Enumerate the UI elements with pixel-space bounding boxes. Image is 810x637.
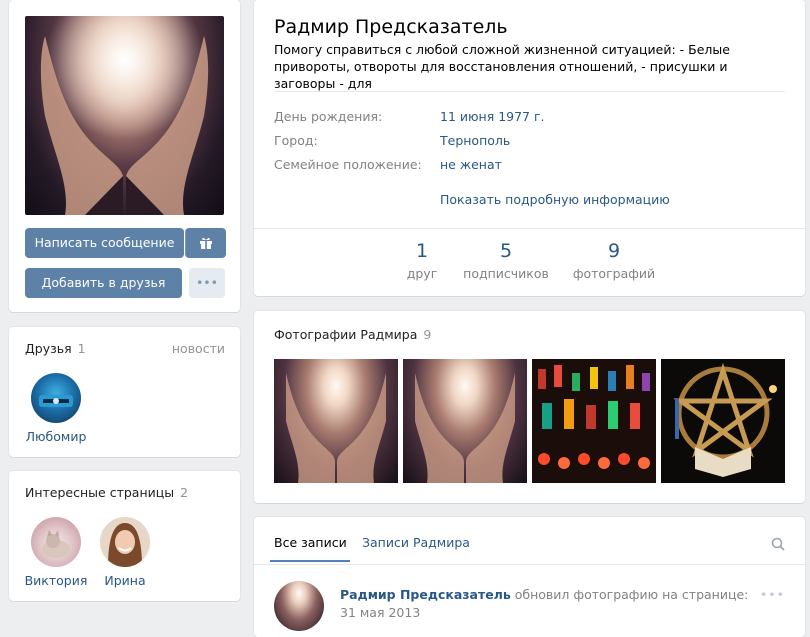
post-author-link[interactable]: Радмир Предсказатель (340, 587, 511, 602)
show-more-info-link[interactable]: Показать подробную информацию (440, 192, 670, 207)
relationship-label: Семейное положение: (274, 157, 422, 172)
interesting-count: 2 (180, 485, 189, 500)
counter-photos[interactable]: 9 фотографий (564, 240, 664, 281)
city-value[interactable]: Тернополь (440, 133, 510, 148)
profile-status: Помогу справиться с любой сложной жизнен… (274, 42, 730, 91)
hands-light-image (415, 373, 515, 483)
photos-block: Фотографии Радмира 9 (254, 311, 805, 503)
counter-followers-number: 5 (499, 240, 513, 262)
divider (274, 91, 785, 92)
city-label: Город: (274, 133, 318, 148)
divider (254, 564, 805, 565)
pentagram-image (673, 362, 777, 477)
photos-count: 9 (423, 327, 432, 342)
hands-light-image (25, 16, 224, 215)
birthday-label: День рождения: (274, 109, 383, 124)
counter-followers[interactable]: 5 подписчиков (456, 240, 556, 281)
counter-followers-label: подписчиков (463, 266, 549, 281)
car-image (39, 395, 73, 407)
woman-portrait-image (100, 517, 150, 567)
send-message-button[interactable]: Написать сообщение (25, 228, 184, 258)
profile-info-card: Радмир Предсказатель Помогу справиться с… (254, 0, 805, 296)
photos-title: Фотографии Радмира (274, 327, 418, 342)
add-friend-button[interactable]: Добавить в друзья (25, 268, 182, 298)
post-author-avatar[interactable] (274, 581, 324, 631)
counter-photos-label: фотографий (572, 266, 656, 281)
page-title: Радмир Предсказатель (274, 16, 508, 38)
more-actions-button[interactable]: ••• (189, 268, 225, 298)
page-name-viktoriya[interactable]: Виктория (16, 573, 96, 588)
friends-header[interactable]: Друзья 1 (25, 341, 86, 356)
birthday-value[interactable]: 11 июня 1977 г. (440, 109, 545, 124)
hands-light-image (286, 373, 386, 483)
post-header: Радмир Предсказатель обновил фотографию … (340, 587, 748, 602)
photo-thumbnail[interactable] (274, 359, 398, 483)
friends-block: Друзья 1 новости Любомир (9, 327, 240, 457)
wall-block: Все записи Записи Радмира Радмир Предска… (254, 517, 805, 637)
friends-count: 1 (77, 341, 86, 356)
friend-avatar[interactable] (31, 373, 81, 423)
photo-thumbnail[interactable] (532, 359, 656, 483)
profile-photo[interactable] (25, 16, 224, 215)
interesting-pages-block: Интересные страницы 2 Виктория Ирина (9, 471, 240, 601)
active-tab-indicator (270, 560, 350, 562)
post-action-text: обновил фотографию на странице: (514, 587, 749, 602)
divider (254, 228, 805, 229)
page-avatar-viktoriya[interactable] (31, 517, 81, 567)
page-avatar-irina[interactable] (100, 517, 150, 567)
relationship-value[interactable]: не женат (440, 157, 502, 172)
tab-owner-posts[interactable]: Записи Радмира (362, 535, 470, 550)
friends-title: Друзья (25, 341, 72, 356)
tab-all-posts[interactable]: Все записи (274, 535, 347, 550)
friends-news-link[interactable]: новости (172, 341, 225, 356)
interesting-title: Интересные страницы (25, 485, 175, 500)
photo-thumbnail[interactable] (661, 359, 785, 483)
friend-name[interactable]: Любомир (16, 429, 96, 444)
candles-image (538, 365, 650, 469)
kitten-image (42, 530, 70, 558)
avatar-card: Написать сообщение Добавить в друзья ••• (9, 0, 240, 312)
interesting-header[interactable]: Интересные страницы 2 (25, 485, 188, 500)
gift-button[interactable] (185, 228, 226, 258)
photos-header[interactable]: Фотографии Радмира 9 (274, 327, 431, 342)
gift-icon (200, 237, 212, 249)
photo-thumbnail[interactable] (403, 359, 527, 483)
post-date[interactable]: 31 мая 2013 (340, 605, 420, 620)
counter-photos-number: 9 (607, 240, 621, 262)
search-icon[interactable] (771, 537, 785, 551)
page-name-irina[interactable]: Ирина (85, 573, 165, 588)
post-menu-button[interactable]: ••• (760, 587, 785, 602)
